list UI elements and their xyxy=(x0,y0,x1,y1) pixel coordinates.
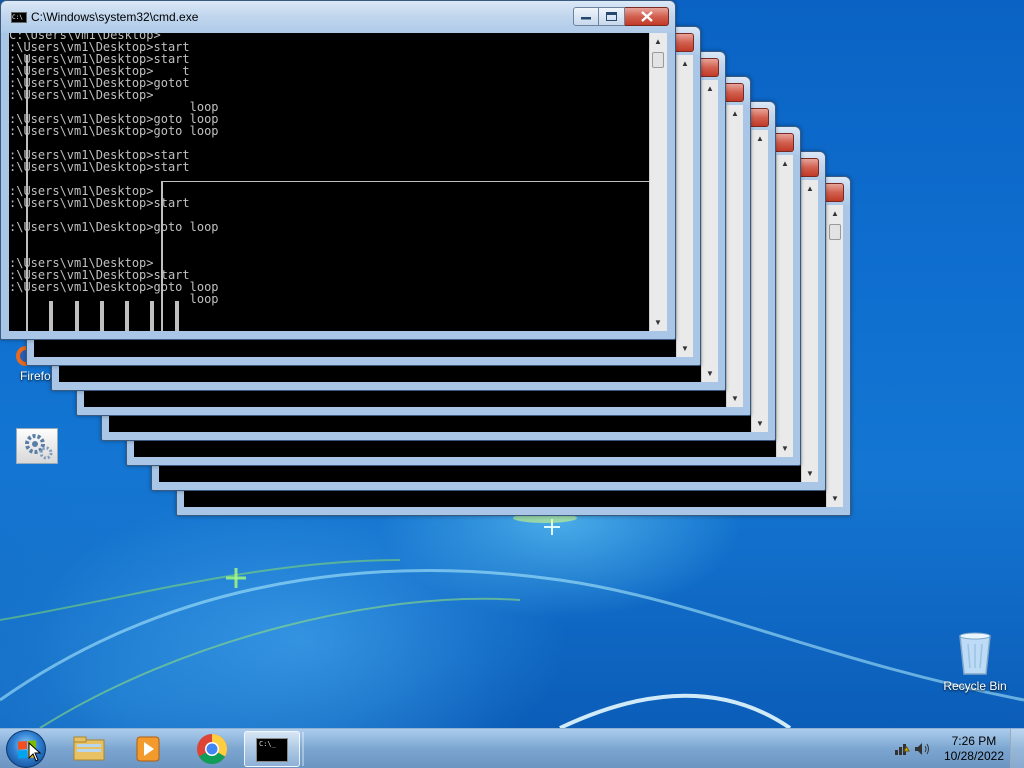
window-title: C:\Windows\system32\cmd.exe xyxy=(31,10,199,24)
clock[interactable]: 7:26 PM 10/28/2022 xyxy=(944,734,1004,764)
maximize-icon xyxy=(606,12,617,21)
console-line: :\Users\vm1\Desktop>start xyxy=(9,196,190,210)
ghost-frame-line xyxy=(125,301,129,331)
scroll-thumb[interactable] xyxy=(652,52,664,68)
cmd-window-main[interactable]: C:\ C:\Windows\system32\cmd.exe C:\Users… xyxy=(0,0,676,340)
chrome-icon xyxy=(197,734,228,765)
taskbar-chrome-button[interactable] xyxy=(184,731,240,767)
control-panel-desktop-icon[interactable] xyxy=(2,428,76,467)
cmd-app-icon[interactable]: C:\ xyxy=(11,12,27,23)
recycle-bin-desktop-icon[interactable]: Recycle Bin xyxy=(938,630,1012,693)
minimize-icon xyxy=(581,16,591,19)
vertical-scrollbar[interactable]: ▲ ▼ xyxy=(701,80,718,382)
vertical-scrollbar[interactable]: ▲ ▼ xyxy=(676,55,693,357)
recycle-bin-icon xyxy=(956,630,994,676)
taskbar-cmd-button[interactable]: C:\_ xyxy=(244,731,300,767)
folder-icon xyxy=(73,736,105,761)
console-line: loop xyxy=(9,292,219,306)
maximize-button[interactable] xyxy=(599,7,625,26)
close-icon xyxy=(640,11,653,22)
clock-date: 10/28/2022 xyxy=(943,749,1004,763)
volume-icon[interactable] xyxy=(914,742,932,756)
console-line: :\Users\vm1\Desktop>goto loop xyxy=(9,220,219,234)
ghost-frame-line xyxy=(161,181,163,331)
vertical-scrollbar[interactable]: ▲ ▼ xyxy=(649,33,667,331)
vertical-scrollbar[interactable]: ▲ ▼ xyxy=(751,130,768,432)
system-tray: 7:26 PM 10/28/2022 xyxy=(884,729,1024,768)
media-player-icon xyxy=(136,736,160,762)
desktop: Firefo Recycle Bin ▲ ▼ ▲ ▼ ▲ ▼ ▲ ▼ ▲ ▼ ▲… xyxy=(0,0,1024,728)
network-icon[interactable] xyxy=(894,742,910,756)
ghost-frame-line xyxy=(175,301,179,331)
scroll-up-button[interactable]: ▲ xyxy=(650,33,666,50)
ghost-frame-line xyxy=(26,55,28,331)
scroll-down-button[interactable]: ▼ xyxy=(650,314,666,331)
gear-icon xyxy=(16,428,58,464)
taskbar-explorer-button[interactable] xyxy=(60,731,116,767)
cmd-icon-text: C:\_ xyxy=(259,740,276,748)
taskbar-media-player-button[interactable] xyxy=(120,731,176,767)
vertical-scrollbar[interactable]: ▲ ▼ xyxy=(826,205,843,507)
vertical-scrollbar[interactable]: ▲ ▼ xyxy=(801,180,818,482)
vertical-scrollbar[interactable]: ▲ ▼ xyxy=(726,105,743,407)
ghost-frame-line xyxy=(150,301,154,331)
cmd-icon: C:\_ xyxy=(256,738,288,762)
console-line: :\Users\vm1\Desktop>goto loop xyxy=(9,124,219,138)
ghost-frame-line xyxy=(49,301,53,331)
clock-time: 7:26 PM xyxy=(951,734,997,748)
console-output: C:\Users\vm1\Desktop>:\Users\vm1\Desktop… xyxy=(9,33,219,305)
close-button[interactable] xyxy=(625,7,669,26)
caption-buttons xyxy=(573,7,669,26)
console-area[interactable]: C:\Users\vm1\Desktop>:\Users\vm1\Desktop… xyxy=(9,33,649,331)
vertical-scrollbar[interactable]: ▲ ▼ xyxy=(776,155,793,457)
taskbar: C:\_ 7:26 PM 10/28/2022 xyxy=(0,728,1024,768)
recycle-bin-label: Recycle Bin xyxy=(943,679,1007,693)
ghost-frame-line xyxy=(75,301,79,331)
ghost-frame-line xyxy=(161,181,649,182)
taskbar-separator xyxy=(302,732,304,766)
minimize-button[interactable] xyxy=(573,7,599,26)
scroll-thumb[interactable] xyxy=(829,224,841,240)
ghost-frame-line xyxy=(100,301,104,331)
console-line: :\Users\vm1\Desktop>start xyxy=(9,160,190,174)
show-desktop-button[interactable] xyxy=(1010,729,1024,768)
